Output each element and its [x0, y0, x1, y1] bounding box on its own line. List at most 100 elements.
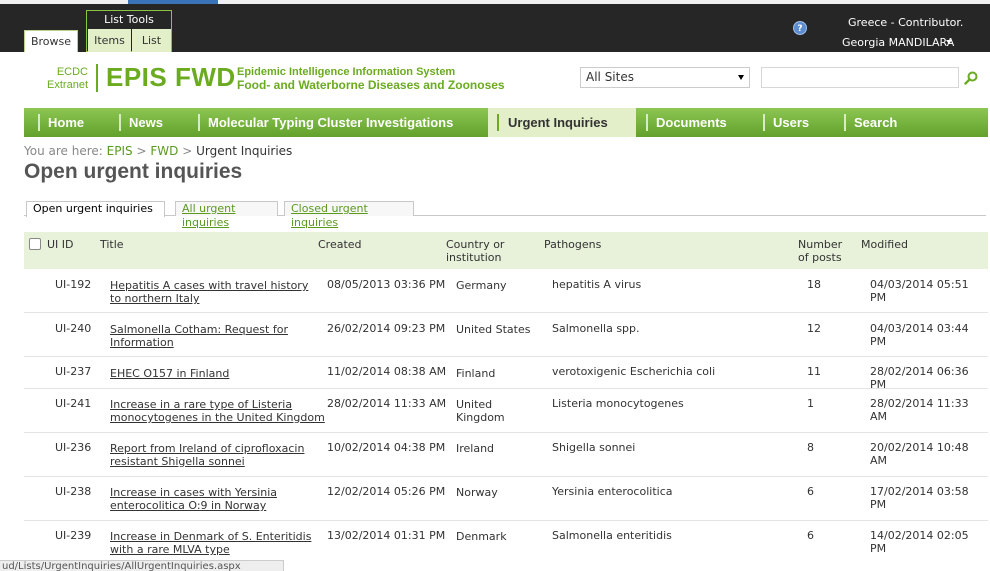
cell-modified: 17/02/2014 03:58 PM	[870, 485, 969, 511]
nav-item-home[interactable]: Home	[48, 108, 84, 137]
title-link-line2[interactable]: to northern Italy	[110, 292, 308, 305]
title-link-line2[interactable]: with a rare MLVA type	[110, 543, 311, 556]
title-link-line1[interactable]: EHEC O157 in Finland	[110, 367, 229, 380]
view-tab-open[interactable]: Open urgent inquiries	[26, 201, 165, 217]
cell-country: Norway	[456, 486, 498, 499]
title-link-line1[interactable]: Salmonella Cotham: Request for	[110, 323, 288, 336]
cell-title[interactable]: Hepatitis A cases with travel history to…	[110, 279, 308, 305]
table-row[interactable]: UI-238 Increase in cases with Yersinia e…	[24, 477, 988, 521]
column-header-country[interactable]: Country or institution	[446, 238, 504, 264]
cell-pathogens: hepatitis A virus	[552, 278, 642, 291]
cell-posts: 6	[807, 529, 814, 542]
nav-item-urgent-inquiries[interactable]: Urgent Inquiries	[488, 108, 636, 137]
cell-created: 12/02/2014 05:26 PM	[327, 485, 446, 498]
table-row[interactable]: UI-236 Report from Ireland of ciprofloxa…	[24, 433, 988, 477]
help-icon[interactable]: ?	[793, 21, 807, 35]
title-link-line2[interactable]: resistant Shigella sonnei	[110, 455, 304, 468]
breadcrumb-link-fwd[interactable]: FWD	[150, 144, 178, 158]
view-tab-closed[interactable]: Closed urgent inquiries	[284, 201, 414, 229]
breadcrumb-link-epis[interactable]: EPIS	[107, 144, 133, 158]
cell-country: Finland	[456, 367, 495, 380]
cell-country-line1: Finland	[456, 367, 496, 380]
table-row[interactable]: UI-192 Hepatitis A cases with travel his…	[24, 269, 988, 313]
title-link-line1[interactable]: Increase in a rare type of Listeria	[110, 398, 325, 411]
cell-title[interactable]: Salmonella Cotham: Request for Informati…	[110, 323, 288, 349]
select-all-checkbox[interactable]	[29, 238, 41, 250]
breadcrumb-prefix: You are here:	[24, 144, 103, 158]
cell-modified: 28/02/2014 06:36 PM	[870, 365, 969, 391]
logo-subtitle-1: Epidemic Intelligence Information System	[237, 66, 456, 78]
column-header-posts-line1: Number	[798, 238, 843, 251]
title-link-line1[interactable]: Report from Ireland of ciprofloxacin	[110, 442, 304, 455]
cell-id: UI-238	[55, 485, 92, 498]
column-header-pathogens[interactable]: Pathogens	[544, 238, 601, 251]
cell-created: 10/02/2014 04:38 PM	[327, 441, 446, 454]
column-header-title[interactable]: Title	[100, 238, 124, 251]
search-input[interactable]	[761, 67, 959, 88]
nav-item-search[interactable]: Search	[854, 108, 897, 137]
cell-id: UI-239	[55, 529, 92, 542]
table-row[interactable]: UI-239 Increase in Denmark of S. Enterit…	[24, 521, 988, 561]
cell-title[interactable]: Increase in cases with Yersinia enteroco…	[110, 486, 277, 512]
logo-org-line2: Extranet	[47, 79, 88, 91]
nav-item-molecular-typing[interactable]: Molecular Typing Cluster Investigations	[208, 108, 453, 137]
ribbon-tab-list[interactable]: List	[132, 29, 171, 52]
column-header-posts[interactable]: Number of posts	[798, 238, 842, 264]
view-tab-all[interactable]: All urgent inquiries	[175, 201, 278, 229]
nav-item-documents[interactable]: Documents	[656, 108, 727, 137]
nav-separator	[38, 114, 40, 131]
column-header-modified[interactable]: Modified	[861, 238, 908, 251]
nav-item-news[interactable]: News	[129, 108, 163, 137]
cell-country: United Kingdom	[456, 398, 505, 424]
title-link-line2[interactable]: enterocolitica O:9 in Norway	[110, 499, 277, 512]
cell-title[interactable]: Increase in a rare type of Listeria mono…	[110, 398, 325, 424]
table-row[interactable]: UI-240 Salmonella Cotham: Request for In…	[24, 313, 988, 357]
column-header-country-line2: institution	[446, 251, 502, 264]
column-header-id[interactable]: UI ID	[47, 238, 74, 251]
cell-title[interactable]: Report from Ireland of ciprofloxacin res…	[110, 442, 304, 468]
logo-org-line1: ECDC	[56, 66, 88, 78]
ribbon-tab-items[interactable]: Items	[88, 29, 131, 52]
cell-title[interactable]: Increase in Denmark of S. Enteritidis wi…	[110, 530, 311, 556]
table-row[interactable]: UI-241 Increase in a rare type of Lister…	[24, 389, 988, 433]
title-link-line2[interactable]: Information	[110, 336, 288, 349]
chevron-down-icon[interactable]	[946, 40, 952, 44]
search-scope-value: All Sites	[586, 70, 634, 84]
user-menu[interactable]: Georgia MANDILARA	[842, 36, 954, 49]
cell-posts: 18	[807, 278, 821, 291]
cell-pathogens: Shigella sonnei	[552, 441, 636, 454]
nav-item-label: Urgent Inquiries	[508, 115, 608, 130]
cell-pathogens: Listeria monocytogenes	[552, 397, 684, 410]
cell-created: 11/02/2014 08:38 AM	[327, 365, 447, 378]
list-tools-title: List Tools	[104, 13, 154, 26]
table-row[interactable]: UI-237 EHEC O157 in Finland 11/02/2014 0…	[24, 357, 988, 391]
cell-id: UI-237	[55, 365, 92, 378]
cell-modified: 20/02/2014 10:48 AM	[870, 441, 969, 467]
cell-title[interactable]: EHEC O157 in Finland	[110, 367, 229, 380]
chevron-down-icon	[738, 75, 744, 80]
ribbon-tab-browse[interactable]: Browse	[24, 30, 78, 52]
title-link-line1[interactable]: Hepatitis A cases with travel history	[110, 279, 308, 292]
logo-subtitle-2: Food- and Waterborne Diseases and Zoonos…	[237, 78, 505, 92]
cell-country: Germany	[456, 279, 507, 292]
nav-separator	[497, 114, 499, 131]
cell-pathogens: Yersinia enterocolitica	[552, 485, 673, 498]
column-header-created[interactable]: Created	[318, 238, 362, 251]
title-link-line1[interactable]: Increase in cases with Yersinia	[110, 486, 277, 499]
cell-country: United States	[456, 323, 531, 336]
logo-org[interactable]: ECDC Extranet	[40, 66, 88, 92]
cell-country-line1: Denmark	[456, 530, 507, 543]
search-scope-select[interactable]: All Sites	[580, 67, 750, 88]
breadcrumb: You are here: EPIS > FWD > Urgent Inquir…	[24, 144, 292, 158]
breadcrumb-separator: >	[182, 144, 193, 158]
title-link-line1[interactable]: Increase in Denmark of S. Enteritidis	[110, 530, 311, 543]
cell-country: Ireland	[456, 442, 494, 455]
title-link-line2[interactable]: monocytogenes in the United Kingdom	[110, 411, 325, 424]
logo-name[interactable]: EPIS FWD	[106, 62, 236, 93]
table-header	[24, 232, 988, 269]
page-title: Open urgent inquiries	[24, 160, 243, 183]
search-icon[interactable]	[964, 71, 978, 85]
nav-item-users[interactable]: Users	[773, 108, 809, 137]
cell-id: UI-241	[55, 397, 92, 410]
cell-modified: 14/02/2014 02:05 PM	[870, 529, 969, 555]
